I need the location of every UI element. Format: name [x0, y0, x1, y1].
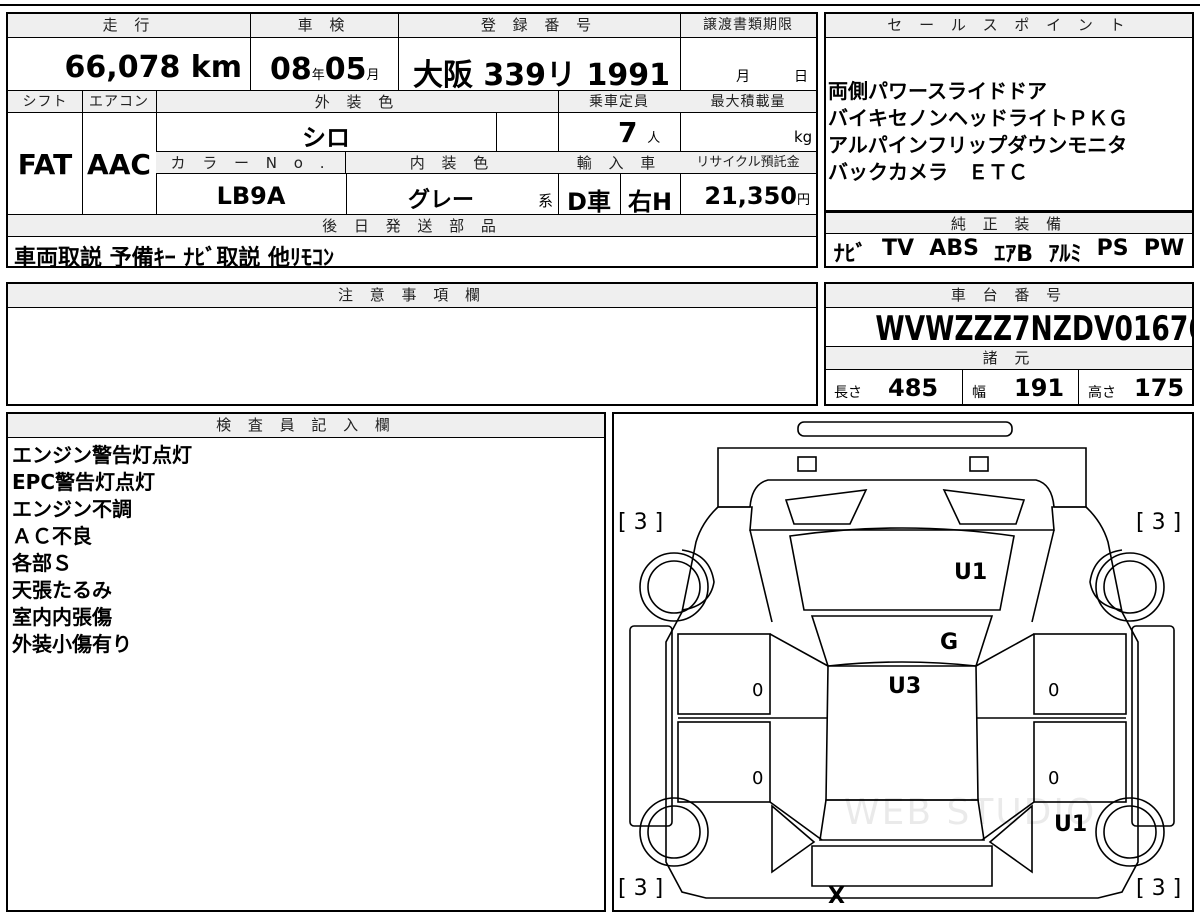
inspection-header: 車 検: [250, 14, 398, 38]
chassis-number: WVWZZZ7NZDV016767: [875, 310, 1192, 348]
later-parts-value: 車両取説 予備ｷｰ ﾅﾋﾞ取説 他ﾘﾓｺﾝ: [14, 246, 334, 271]
standard-equipment-list: ﾅﾋﾞ TV ABS ｴｱB ｱﾙﾐ PS PW: [826, 236, 1192, 268]
recycle-header: リサイクル預託金: [680, 152, 816, 174]
max-load-unit: kg: [794, 128, 813, 146]
registration-header: 登 録 番 号: [398, 14, 680, 38]
specs-header: 諸 元: [826, 346, 1192, 370]
length-value: 485: [888, 374, 939, 402]
inspector-header: 検 査 員 記 入 欄: [8, 414, 604, 438]
door-mark-front-left: 0: [752, 680, 764, 701]
equipment-item: ｱﾙﾐ: [1048, 242, 1082, 267]
inspector-note: エンジン警告灯点灯: [12, 443, 192, 467]
mileage-value: 66,078 km: [64, 50, 242, 85]
tire-rear-left-label: [ 3 ]: [618, 876, 664, 901]
shift-value: FAT: [17, 148, 73, 181]
sales-points-box: セ ー ル ス ポ イ ン ト 両側パワースライドドア バイキセノンヘッドライト…: [824, 12, 1194, 212]
standard-equipment-header: 純 正 装 備: [826, 212, 1192, 234]
interior-color-suffix: 系: [538, 192, 554, 210]
aircon-value: AAC: [87, 148, 151, 181]
height-label: 高さ: [1088, 385, 1116, 401]
seats-header: 乗車定員: [558, 91, 680, 113]
length-label: 長さ: [834, 385, 862, 401]
door-mark-rear-left: 0: [752, 768, 764, 789]
sales-points-header: セ ー ル ス ポ イ ン ト: [826, 14, 1192, 38]
equipment-item: PS: [1096, 236, 1129, 261]
color-no-header: カ ラ ー N o .: [156, 152, 346, 174]
sales-point-item: バックカメラ ＥＴＣ: [828, 160, 1028, 184]
damage-mark-windshield: G: [940, 630, 959, 655]
width-label: 幅: [972, 385, 986, 401]
tire-front-left-label: [ 3 ]: [618, 510, 664, 535]
notes-header: 注 意 事 項 欄: [8, 284, 816, 308]
vehicle-info-box: 走 行 車 検 登 録 番 号 譲渡書類期限 66,078 km 08年05月 …: [6, 12, 818, 271]
equipment-item: PW: [1143, 236, 1185, 261]
notes-box: 注 意 事 項 欄: [6, 282, 818, 406]
sales-point-item: バイキセノンヘッドライトＰＫＧ: [828, 106, 1128, 130]
aircon-header: エアコン: [82, 91, 156, 113]
equipment-item: TV: [881, 236, 914, 261]
exterior-color-header: 外 装 色: [156, 91, 558, 113]
later-parts-header: 後 日 発 送 部 品: [8, 215, 816, 237]
color-no-value: LB9A: [216, 182, 286, 210]
shift-header: シフト: [8, 91, 82, 113]
seats-value: 7 人: [618, 116, 661, 149]
interior-color-header: 内 装 色: [346, 152, 558, 174]
chassis-header: 車 台 番 号: [826, 284, 1192, 308]
inspector-note: ＡＣ不良: [12, 524, 92, 548]
tire-front-right-label: [ 3 ]: [1136, 510, 1182, 535]
inspector-note: 室内内張傷: [12, 605, 112, 629]
import-type-value: D車: [567, 188, 611, 216]
transfer-month-unit: 月: [736, 69, 750, 85]
damage-mark-hood: U1: [954, 560, 988, 585]
equipment-item: ABS: [929, 236, 979, 261]
interior-color-value: グレー: [407, 188, 474, 213]
door-mark-front-right: 0: [1048, 680, 1060, 701]
standard-equipment-box: 純 正 装 備 ﾅﾋﾞ TV ABS ｴｱB ｱﾙﾐ PS PW: [824, 212, 1194, 268]
exterior-color-value: シロ: [302, 124, 350, 152]
sales-point-item: 両側パワースライドドア: [828, 79, 1047, 103]
mileage-header: 走 行: [8, 14, 250, 38]
max-load-header: 最大積載量: [680, 91, 816, 113]
inspector-note: 各部Ｓ: [12, 551, 72, 575]
car-diagram: [629, 421, 1175, 899]
width-value: 191: [1014, 374, 1065, 402]
equipment-item: ｴｱB: [994, 242, 1034, 267]
height-value: 175: [1134, 374, 1185, 402]
damage-mark-roof: U3: [888, 674, 922, 699]
inspector-box: 検 査 員 記 入 欄 エンジン警告灯点灯 EPC警告灯点灯 エンジン不調 ＡＣ…: [6, 412, 606, 912]
inspection-date: 08年05月: [270, 52, 380, 87]
equipment-item: ﾅﾋﾞ: [833, 242, 867, 267]
transfer-deadline-header: 譲渡書類期限: [680, 14, 816, 38]
door-mark-rear-right: 0: [1048, 768, 1060, 789]
inspector-note: 外装小傷有り: [12, 632, 132, 656]
steering-value: 右H: [627, 188, 673, 216]
inspector-note: 天張たるみ: [12, 578, 112, 602]
tire-rear-right-label: [ 3 ]: [1136, 876, 1182, 901]
inspector-note: EPC警告灯点灯: [12, 470, 155, 494]
chassis-box: 車 台 番 号 WVWZZZ7NZDV016767 諸 元 長さ 485 幅 1…: [824, 282, 1194, 406]
inspector-note: エンジン不調: [12, 497, 132, 521]
top-strip: [0, 0, 1200, 6]
registration-plate: 大阪 339リ 1991: [412, 58, 670, 93]
import-header: 輸 入 車: [558, 152, 680, 174]
damage-mark-rear: X: [828, 884, 845, 909]
sales-point-item: アルパインフリップダウンモニタ: [828, 133, 1128, 157]
transfer-day-unit: 日: [794, 69, 808, 85]
watermark: WEB STUDIO: [844, 792, 1097, 833]
recycle-fee-value: 21,350円: [704, 182, 810, 210]
car-diagram-box: [ 3 ] [ 3 ] [ 3 ] [ 3 ] U1 G U3 U1 X 0 0…: [612, 412, 1194, 912]
